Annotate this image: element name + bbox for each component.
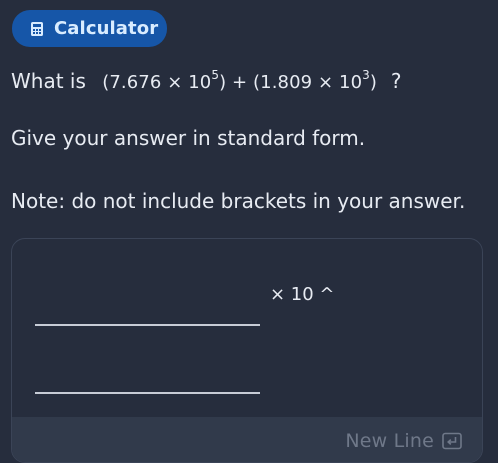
question-mark: ?	[390, 69, 402, 93]
mantissa-input[interactable]	[35, 324, 260, 326]
expression-part-1: (7.676 × 10	[102, 72, 212, 93]
answer-input[interactable]	[35, 392, 260, 394]
note-text: Note: do not include brackets in your an…	[11, 189, 466, 213]
exponent-2: 3	[362, 68, 370, 82]
answer-box: × 10 ^ New Line	[11, 238, 483, 463]
new-line-button[interactable]: New Line	[12, 417, 482, 462]
question-prefix: What is	[11, 69, 86, 93]
question: What is (7.676 × 105) + (1.809 × 103) ?	[11, 63, 481, 97]
exponent-1: 5	[211, 68, 220, 82]
calculator-icon	[30, 21, 44, 37]
expression-part-2: ) + (1.809 × 10	[219, 72, 363, 93]
times-ten-label: × 10 ^	[270, 284, 335, 305]
expression-part-3: )	[369, 72, 377, 93]
calculator-button-label: Calculator	[54, 18, 159, 39]
new-line-label: New Line	[345, 430, 434, 452]
calculator-button[interactable]: Calculator	[12, 10, 167, 47]
question-expression: (7.676 × 105) + (1.809 × 103)	[102, 68, 383, 93]
enter-icon	[442, 432, 462, 450]
instruction-text: Give your answer in standard form.	[11, 126, 366, 150]
